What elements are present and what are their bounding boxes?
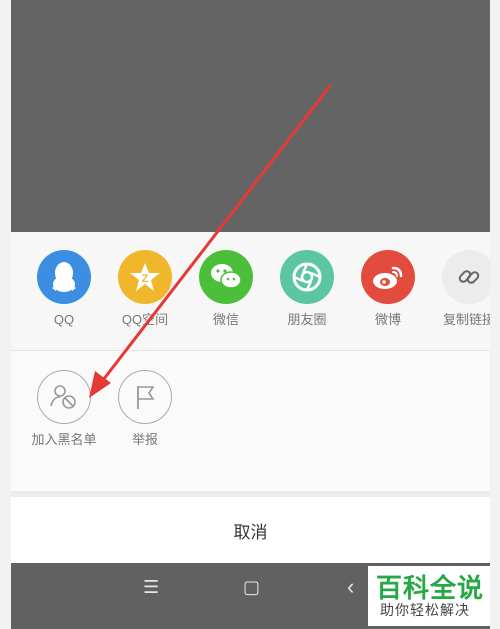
- red-annotation-arrow: [89, 84, 332, 398]
